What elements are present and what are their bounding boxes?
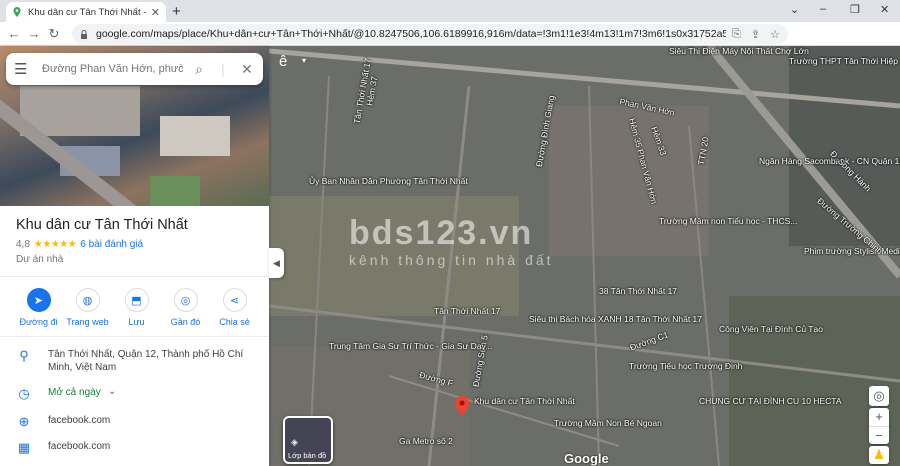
search-icon[interactable]: ⌕ [191, 61, 207, 78]
address-text: Tân Thới Nhất, Quận 12, Thành phố Hồ Chí… [48, 349, 244, 373]
layers-icon: ◈ [291, 437, 298, 447]
map-label[interactable]: Trường Mầm Non Bé Ngoan [554, 418, 662, 428]
map-label[interactable]: Siêu Thị Điện Máy Nội Thất Chợ Lớn [669, 46, 809, 56]
hamburger-menu-icon[interactable]: ☰ [14, 60, 36, 78]
map-label[interactable]: Công Viên Tại Đình Củ Tạo [719, 324, 823, 334]
divider [0, 336, 269, 337]
map-label[interactable]: Ga Metro số 2 [399, 436, 453, 446]
zoom-out-icon[interactable]: − [869, 426, 889, 444]
watermark-subtitle: kênh thông tin nhà đất [349, 252, 554, 268]
website-row[interactable]: ⊕ facebook.com [0, 414, 269, 430]
tab-strip: Khu dân cư Tân Thới Nhất - Goo ✕ + ⌄ – ❐… [0, 0, 900, 22]
lock-icon [81, 29, 87, 39]
browser-tab[interactable]: Khu dân cư Tân Thới Nhất - Goo ✕ [6, 2, 166, 22]
website-text: facebook.com [48, 441, 111, 452]
zoom-in-icon[interactable]: + [869, 408, 889, 426]
directions-icon: ➤ [26, 288, 51, 312]
place-panel: ☰ ⌕ | ✕ Khu dân cư Tân Thới Nhất 4,8 ★★★… [0, 46, 269, 466]
rating-row: 4,8 ★★★★★ 6 bài đánh giá [16, 239, 143, 250]
photo-building [160, 116, 230, 156]
map-label[interactable]: Khu dân cư Tân Thới Nhất [474, 396, 575, 406]
bookmark-icon: ⬒ [124, 288, 149, 312]
website-row[interactable]: ▦ facebook.com [0, 440, 269, 456]
nearby-button[interactable]: ◎ Gần đó [161, 288, 210, 327]
map-label[interactable]: Phim trường Stylish Media [804, 246, 900, 256]
google-logo: Google [564, 451, 609, 466]
new-tab-icon[interactable]: + [172, 3, 181, 20]
map-label[interactable]: Ủy Ban Nhân Dân Phường Tân Thới Nhất [309, 176, 468, 186]
rating-stars: ★★★★★ [33, 239, 77, 250]
clear-search-icon[interactable]: ✕ [239, 61, 255, 78]
map-dropdown-icon[interactable]: ▾ [302, 56, 306, 65]
share-icon: ⋖ [222, 288, 247, 312]
action-label: Gần đó [170, 317, 201, 327]
window-close-icon[interactable]: ✕ [880, 3, 889, 16]
maximize-icon[interactable]: ❐ [850, 3, 860, 16]
place-category[interactable]: Dự án nhà [16, 254, 63, 265]
divider [0, 276, 269, 277]
collapse-panel-button[interactable]: ◀ [269, 248, 284, 278]
layers-button[interactable]: ◈ Lớp bản đồ [283, 416, 333, 464]
photo-trees [150, 176, 200, 206]
back-icon[interactable]: ← [4, 26, 24, 41]
reload-icon[interactable]: ↻ [44, 26, 64, 42]
tab-title: Khu dân cư Tân Thới Nhất - Goo [28, 6, 147, 18]
share-page-icon[interactable]: ⇪ [751, 28, 760, 41]
address-bar[interactable]: google.com/maps/place/Khu+dân+cư+Tân+Thớ… [72, 24, 788, 44]
url-text: google.com/maps/place/Khu+dân+cư+Tân+Thớ… [96, 28, 727, 40]
forward-icon[interactable]: → [24, 26, 44, 41]
reviews-link[interactable]: 6 bài đánh giá [80, 239, 143, 250]
satellite-map[interactable]: ê ▾ Siêu Thị Điện Máy Nội Thất Chợ Lớn T… [269, 46, 900, 466]
action-label: Trang web [66, 317, 109, 327]
map-label[interactable]: Siêu thị Bách hóa XANH 18 Tân Thới Nhất … [529, 314, 702, 324]
action-bar: ➤ Đường đi ◍ Trang web ⬒ Lưu ◎ Gần đó ⋖ … [0, 288, 269, 327]
map-layers-toggle-icon[interactable]: ê [279, 53, 287, 70]
calendar-icon: ▦ [17, 440, 31, 455]
map-label[interactable]: Trường Mầm non Tiểu học - THCS... [659, 216, 797, 226]
save-button[interactable]: ⬒ Lưu [112, 288, 161, 327]
location-pin-icon: ⚲ [19, 348, 29, 363]
website-button[interactable]: ◍ Trang web [63, 288, 112, 327]
search-input[interactable] [42, 63, 183, 75]
bookmark-star-icon[interactable]: ☆ [770, 28, 780, 41]
zoom-controls: + − [869, 408, 889, 444]
share-button[interactable]: ⋖ Chia sẻ [210, 288, 259, 327]
hours-row[interactable]: ◷ Mở cả ngày ⌄ [0, 386, 269, 402]
map-label[interactable]: Trung Tâm Gia Sư Trí Thức - Gia Sư Dạy..… [329, 341, 492, 351]
map-label[interactable]: Trường THPT Tân Thới Hiệp [789, 56, 898, 66]
map-label: Tân Thới Nhất 17 [434, 306, 501, 316]
tab-search-icon[interactable]: ⌄ [790, 3, 799, 16]
install-icon[interactable]: ⎘ [732, 28, 741, 41]
map-label[interactable]: Trường Tiểu học Trương Định [629, 361, 742, 371]
minimize-icon[interactable]: – [820, 3, 826, 15]
nearby-icon: ◎ [173, 288, 198, 312]
place-name: Khu dân cư Tân Thới Nhất [16, 217, 188, 233]
browser-toolbar: ← → ↻ google.com/maps/place/Khu+dân+cư+T… [0, 22, 900, 63]
directions-button[interactable]: ➤ Đường đi [14, 288, 63, 327]
search-divider: | [221, 61, 225, 77]
watermark-title: bds123.vn [349, 214, 534, 252]
rating-value: 4,8 [16, 239, 30, 250]
action-label: Lưu [128, 317, 145, 327]
address-row[interactable]: ⚲ Tân Thới Nhất, Quận 12, Thành phố Hồ C… [0, 348, 269, 374]
map-label[interactable]: 38 Tân Thới Nhất 17 [599, 286, 677, 296]
street-view-pegman-icon[interactable]: ♟ [869, 446, 889, 464]
globe-icon: ⊕ [18, 414, 30, 429]
map-label[interactable]: CHUNG CƯ TẠI ĐÌNH CU 10 HECTA [699, 396, 842, 406]
chevron-down-icon[interactable]: ⌄ [108, 386, 116, 397]
hours-text: Mở cả ngày [48, 387, 101, 398]
layers-label: Lớp bản đồ [288, 451, 327, 460]
website-text: facebook.com [48, 415, 111, 426]
globe-icon: ◍ [75, 288, 100, 312]
tab-close-icon[interactable]: ✕ [151, 6, 160, 19]
place-marker-icon[interactable] [455, 396, 469, 416]
maps-favicon-icon [13, 7, 21, 17]
clock-icon: ◷ [18, 386, 30, 401]
action-label: Đường đi [19, 317, 58, 327]
action-label: Chia sẻ [219, 317, 250, 327]
my-location-button[interactable]: ◎ [869, 386, 889, 406]
search-box[interactable]: ☰ ⌕ | ✕ [6, 53, 263, 85]
